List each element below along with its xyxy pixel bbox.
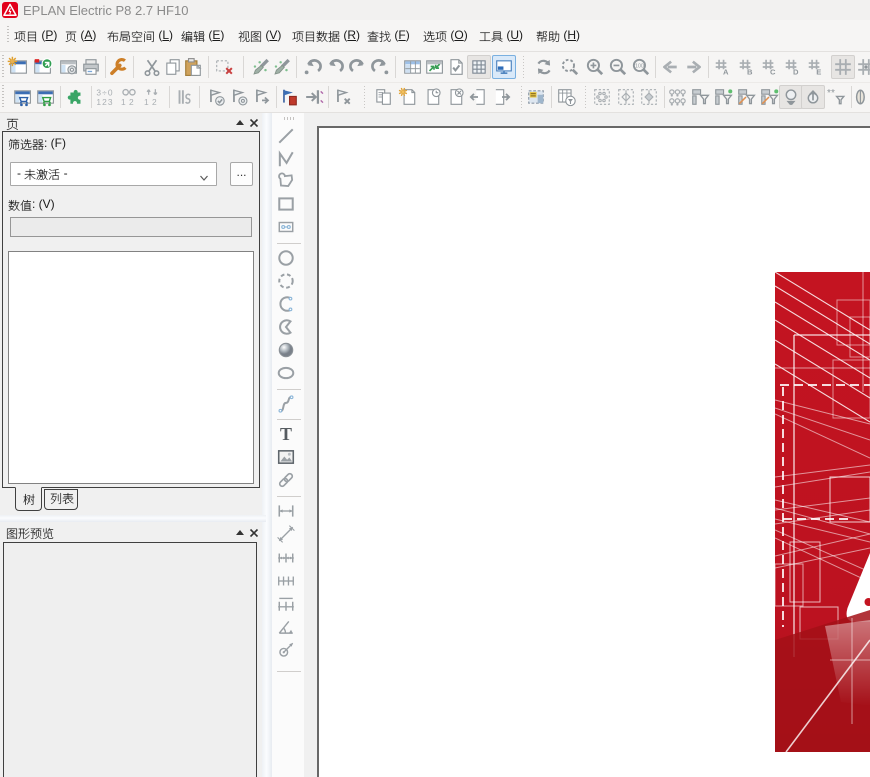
svg-text:12: 12 xyxy=(144,97,160,107)
svg-text:12: 12 xyxy=(121,97,137,107)
svg-text:D: D xyxy=(793,67,799,76)
svg-text:100: 100 xyxy=(635,63,644,69)
svg-text:C: C xyxy=(770,67,776,76)
svg-text:123: 123 xyxy=(96,97,113,107)
svg-text:T: T xyxy=(280,424,292,444)
svg-text:B: B xyxy=(747,67,753,76)
svg-text:E: E xyxy=(816,67,821,76)
svg-text:**: ** xyxy=(827,88,835,99)
svg-text:A: A xyxy=(723,67,729,76)
